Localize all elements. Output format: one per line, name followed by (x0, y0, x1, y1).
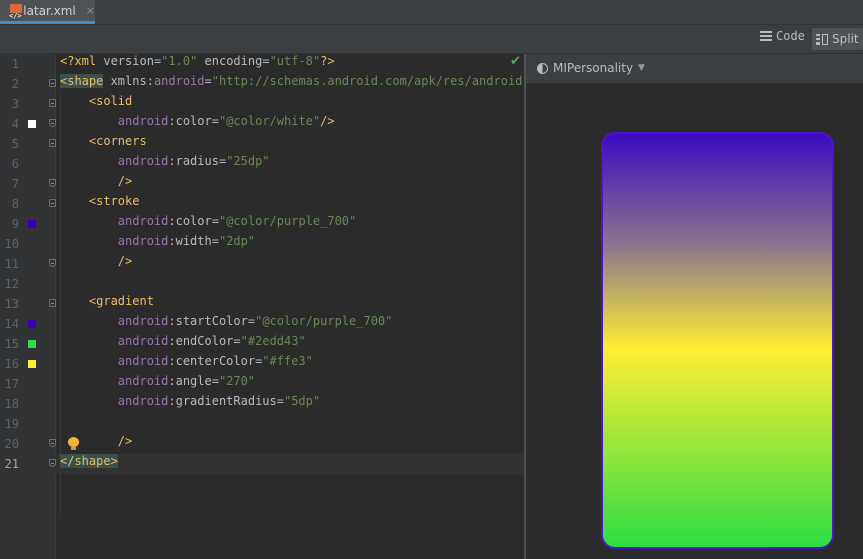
code-line: 15 android:endColor="#2edd43" (4, 334, 306, 351)
code-line: 14 android:startColor="@color/purple_700… (4, 314, 393, 331)
split-mode-label: Split (832, 32, 859, 46)
code-lines-icon (760, 31, 772, 41)
fold-marker-icon[interactable] (49, 199, 56, 207)
color-swatch-end-color[interactable] (28, 340, 36, 348)
preview-toolbar: MIPersonality ▼ (526, 54, 863, 84)
code-line: 5 <corners (11, 134, 147, 151)
color-swatch-white[interactable] (28, 120, 36, 128)
close-icon[interactable]: × (86, 4, 95, 17)
code-line: 20 /> (4, 434, 133, 451)
code-line: 10 android:width="2dp" (4, 234, 256, 251)
code-line: 18 android:gradientRadius="5dp" (4, 394, 321, 411)
fold-marker-icon[interactable] (49, 99, 56, 107)
code-line: 6 android:radius="25dp" (11, 154, 270, 171)
code-line: 9 android:color="@color/purple_700" (11, 214, 357, 231)
code-line: 7 /> (11, 174, 133, 191)
code-line: 19 (4, 417, 19, 431)
color-swatch-center-color[interactable] (28, 360, 36, 368)
code-line: 12 (4, 277, 19, 291)
theme-icon (537, 62, 548, 74)
fold-end-icon[interactable] (49, 119, 56, 127)
editor-tab-bar: </> latar.xml × (0, 0, 863, 25)
fold-end-icon[interactable] (49, 439, 56, 447)
split-view-icon (816, 33, 828, 45)
code-mode-button[interactable]: Code (756, 25, 809, 47)
code-line: 11 /> (4, 254, 133, 271)
code-mode-label: Code (776, 29, 805, 43)
chevron-down-icon: ▼ (638, 63, 645, 73)
code-line: 3 <solid (11, 94, 133, 111)
preview-canvas (526, 84, 863, 559)
design-preview-panel: MIPersonality ▼ (526, 54, 863, 559)
color-swatch-purple-700[interactable] (28, 220, 36, 228)
fold-marker-icon[interactable] (49, 79, 56, 87)
tab-label: latar.xml (23, 3, 76, 18)
xml-file-icon: </> (8, 3, 22, 20)
fold-marker-icon[interactable] (49, 139, 56, 147)
tab-latar-xml[interactable]: </> latar.xml × (0, 0, 95, 24)
color-swatch-start-color[interactable] (28, 320, 36, 328)
split-mode-button[interactable]: Split (812, 28, 863, 50)
fold-end-icon[interactable] (49, 459, 56, 467)
code-line: 4 android:color="@color/white"/> (11, 114, 335, 131)
editor-toolbar: Code Split (0, 25, 863, 54)
code-editor[interactable]: ✔ 1 <?xml version="1.0" encoding="utf-8"… (0, 54, 537, 559)
code-line: 13 <gradient (4, 294, 154, 311)
code-line: 16 android:centerColor="#ffe3" (4, 354, 313, 371)
fold-end-icon[interactable] (49, 259, 56, 267)
code-line: 1 <?xml version="1.0" encoding="utf-8"?> (11, 54, 335, 71)
theme-selector[interactable]: MIPersonality ▼ (537, 61, 645, 75)
code-line: 2 <shape xmlns:android="http://schemas.a… (11, 74, 537, 91)
code-line: 8 <stroke (11, 194, 140, 211)
theme-label: MIPersonality (553, 61, 634, 75)
code-line-current: 21 </shape> (0, 454, 524, 474)
fold-end-icon[interactable] (49, 179, 56, 187)
fold-marker-icon[interactable] (49, 299, 56, 307)
code-line: 17 android:angle="270" (4, 374, 256, 391)
shape-drawable-preview[interactable] (601, 132, 834, 549)
